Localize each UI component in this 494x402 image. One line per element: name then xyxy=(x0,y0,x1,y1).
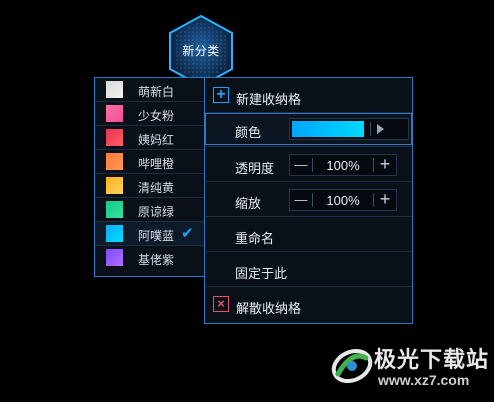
close-icon: × xyxy=(213,296,229,312)
menu-item-dissolve[interactable]: × 解散收纳格 xyxy=(205,287,412,323)
color-option-label: 哔哩橙 xyxy=(138,157,175,171)
color-option-label: 萌新白 xyxy=(138,85,175,99)
color-swatch xyxy=(106,201,123,218)
watermark-title: 极光下载站 xyxy=(374,347,490,372)
menu-item-pin-here[interactable]: 固定于此 xyxy=(205,252,412,287)
color-swatch xyxy=(106,249,123,266)
color-swatch xyxy=(106,153,123,170)
color-option[interactable]: 基佬紫 xyxy=(95,246,205,270)
expand-arrow-icon[interactable] xyxy=(377,124,384,134)
zoom-value: 100% xyxy=(326,193,360,208)
color-swatch xyxy=(106,177,123,194)
divider xyxy=(370,122,371,136)
color-option[interactable]: 清纯黄 xyxy=(95,174,205,198)
color-option-label: 阿噗蓝 xyxy=(138,229,175,243)
menu-item-label: 重命名 xyxy=(235,231,275,246)
color-option[interactable]: 少女粉 xyxy=(95,102,205,126)
menu-item-label: 透明度 xyxy=(235,161,275,176)
watermark-url: www.xz7.com xyxy=(378,372,470,388)
menu-item-label: 缩放 xyxy=(235,196,262,211)
color-option[interactable]: 原谅绿 xyxy=(95,198,205,222)
menu-item-rename[interactable]: 重命名 xyxy=(205,217,412,252)
color-option-selected[interactable]: 阿噗蓝 ✔ xyxy=(95,222,205,246)
menu-item-opacity: 透明度 — 100% + xyxy=(205,147,412,182)
color-option-label: 原谅绿 xyxy=(138,205,175,219)
minus-icon[interactable]: — xyxy=(290,155,312,175)
color-swatch xyxy=(106,81,123,98)
plus-icon: + xyxy=(213,87,229,103)
menu-item-label: 解散收纳格 xyxy=(236,301,302,316)
menu-item-label: 颜色 xyxy=(235,125,262,140)
plus-icon[interactable]: + xyxy=(374,190,396,210)
menu-item-label: 固定于此 xyxy=(235,266,288,281)
current-color-bar xyxy=(292,121,364,137)
menu-item-label: 新建收纳格 xyxy=(236,92,302,107)
opacity-stepper[interactable]: — 100% + xyxy=(289,154,397,176)
plus-icon[interactable]: + xyxy=(374,155,396,175)
color-list-panel: 萌新白 少女粉 姨妈红 哔哩橙 清纯黄 原谅绿 阿噗蓝 ✔ 基佬紫 xyxy=(94,77,206,277)
opacity-value: 100% xyxy=(326,158,360,173)
menu-item-zoom: 缩放 — 100% + xyxy=(205,182,412,217)
watermark: 极光下载站 www.xz7.com xyxy=(330,336,490,396)
menu-item-color[interactable]: 颜色 xyxy=(205,113,412,147)
color-swatch xyxy=(106,129,123,146)
context-menu: + 新建收纳格 颜色 透明度 — 100% + 缩放 — 100% + 重命名 … xyxy=(204,77,413,324)
color-option-label: 少女粉 xyxy=(138,109,175,123)
color-option[interactable]: 哔哩橙 xyxy=(95,150,205,174)
color-swatch xyxy=(106,105,123,122)
color-option-label: 清纯黄 xyxy=(138,181,175,195)
zoom-stepper[interactable]: — 100% + xyxy=(289,189,397,211)
minus-icon[interactable]: — xyxy=(290,190,312,210)
color-option-label: 姨妈红 xyxy=(138,133,175,147)
color-swatch xyxy=(106,225,123,242)
site-logo-icon xyxy=(331,348,373,384)
checkmark-icon: ✔ xyxy=(181,225,194,242)
color-option[interactable]: 姨妈红 xyxy=(95,126,205,150)
color-option-label: 基佬紫 xyxy=(138,253,175,267)
category-name: 新分类 xyxy=(182,44,220,58)
color-picker[interactable] xyxy=(289,118,409,140)
menu-item-new-box[interactable]: + 新建收纳格 xyxy=(205,78,412,113)
color-option[interactable]: 萌新白 xyxy=(95,78,205,102)
